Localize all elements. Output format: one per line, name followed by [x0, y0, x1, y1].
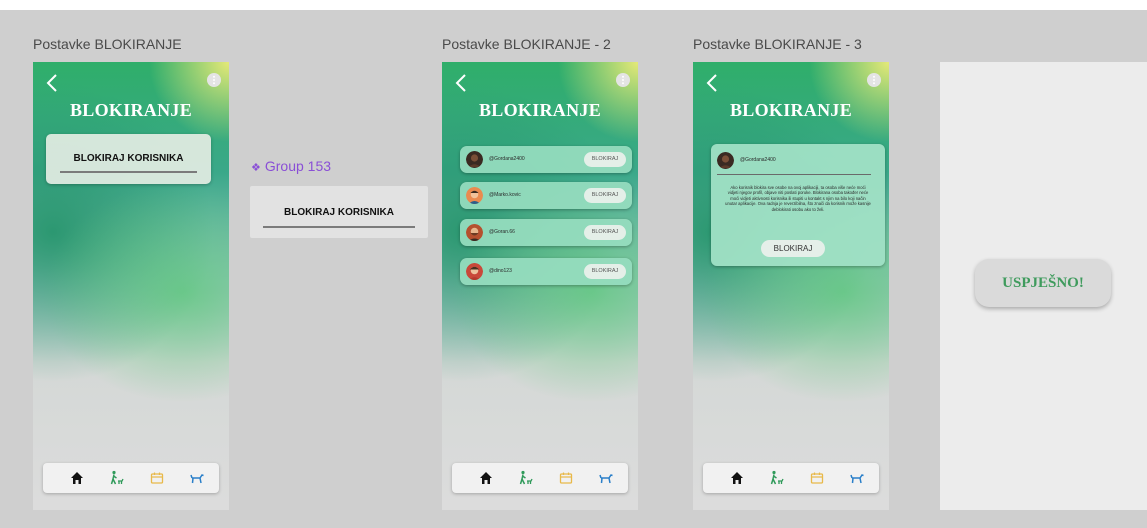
page-title: BLOKIRANJE — [729, 100, 853, 120]
user-handle: @Goran.66 — [489, 229, 515, 235]
block-confirmation-card: @Gordana2400 Ako korisnik blokira sve os… — [711, 144, 885, 266]
phone-screen-blokiranje: BLOKIRANJE BLOKIRAJ KORISNIKA — [33, 62, 229, 510]
bottom-nav-bar — [43, 463, 219, 493]
page-title: BLOKIRANJE — [69, 100, 193, 120]
canvas-top-strip — [0, 0, 1147, 10]
frame-label-blokiranje-2: Postavke BLOKIRANJE - 2 — [442, 36, 611, 52]
block-user-button[interactable]: BLOKIRAJ KORISNIKA — [46, 134, 211, 184]
block-button[interactable]: BLOKIRAJ — [584, 225, 626, 240]
calendar-icon[interactable] — [149, 470, 165, 486]
avatar — [717, 152, 734, 169]
user-row: @Goran.66 BLOKIRAJ — [460, 219, 632, 246]
calendar-icon[interactable] — [809, 470, 825, 486]
page-title: BLOKIRANJE — [478, 100, 602, 120]
back-arrow-icon[interactable] — [452, 72, 472, 94]
group-card-label: BLOKIRAJ KORISNIKA — [283, 207, 394, 218]
block-button[interactable]: BLOKIRAJ — [584, 152, 626, 167]
user-handle: @Marko.kovic — [489, 192, 521, 198]
phone-screen-blokiranje-2: BLOKIRANJE @Gordana2400 BLOKIRAJ @Marko.… — [442, 62, 638, 510]
frame-label-blokiranje-3: Postavke BLOKIRANJE - 3 — [693, 36, 862, 52]
user-handle: @Gordana2400 — [740, 157, 776, 163]
dog-walk-icon[interactable] — [109, 470, 125, 486]
dog-icon[interactable] — [598, 470, 614, 486]
home-icon[interactable] — [69, 470, 85, 486]
bottom-nav-bar — [452, 463, 628, 493]
more-options-icon[interactable] — [616, 73, 630, 87]
avatar — [466, 187, 483, 204]
frame-label-blokiranje: Postavke BLOKIRANJE — [33, 36, 182, 52]
calendar-icon[interactable] — [558, 470, 574, 486]
card-divider — [717, 174, 871, 175]
avatar — [466, 224, 483, 241]
dog-walk-icon[interactable] — [518, 470, 534, 486]
dog-walk-icon[interactable] — [769, 470, 785, 486]
more-options-icon[interactable] — [867, 73, 881, 87]
block-description: Ako korisnik blokira sve osobe na ovoj a… — [725, 185, 871, 212]
component-diamond-icon: ❖ — [251, 162, 261, 174]
back-arrow-icon[interactable] — [43, 72, 63, 94]
phone-screen-blokiranje-3: BLOKIRANJE @Gordana2400 Ako korisnik blo… — [693, 62, 889, 510]
bottom-nav-bar — [703, 463, 879, 493]
avatar — [466, 151, 483, 168]
success-message: USPJEŠNO! — [975, 259, 1111, 307]
block-button[interactable]: BLOKIRAJ — [584, 264, 626, 279]
group-label-text: Group 153 — [264, 158, 332, 174]
user-handle: @Gordana2400 — [489, 156, 525, 162]
back-arrow-icon[interactable] — [703, 72, 723, 94]
user-handle: @dino123 — [489, 268, 512, 274]
group-label: ❖ Group 153 — [251, 158, 331, 174]
user-row: @Marko.kovic BLOKIRAJ — [460, 182, 632, 209]
more-options-icon[interactable] — [207, 73, 221, 87]
home-icon[interactable] — [729, 470, 745, 486]
user-row: @Gordana2400 BLOKIRAJ — [460, 146, 632, 173]
home-icon[interactable] — [478, 470, 494, 486]
block-user-label: BLOKIRAJ KORISNIKA — [73, 153, 184, 164]
group-card-underline — [263, 226, 415, 228]
user-row: @dino123 BLOKIRAJ — [460, 258, 632, 285]
avatar — [466, 263, 483, 280]
group-block-user-card[interactable]: BLOKIRAJ KORISNIKA — [250, 186, 428, 238]
card-underline — [60, 171, 197, 173]
confirm-block-button[interactable]: BLOKIRAJ — [761, 240, 825, 257]
block-button[interactable]: BLOKIRAJ — [584, 188, 626, 203]
dog-icon[interactable] — [189, 470, 205, 486]
dog-icon[interactable] — [849, 470, 865, 486]
